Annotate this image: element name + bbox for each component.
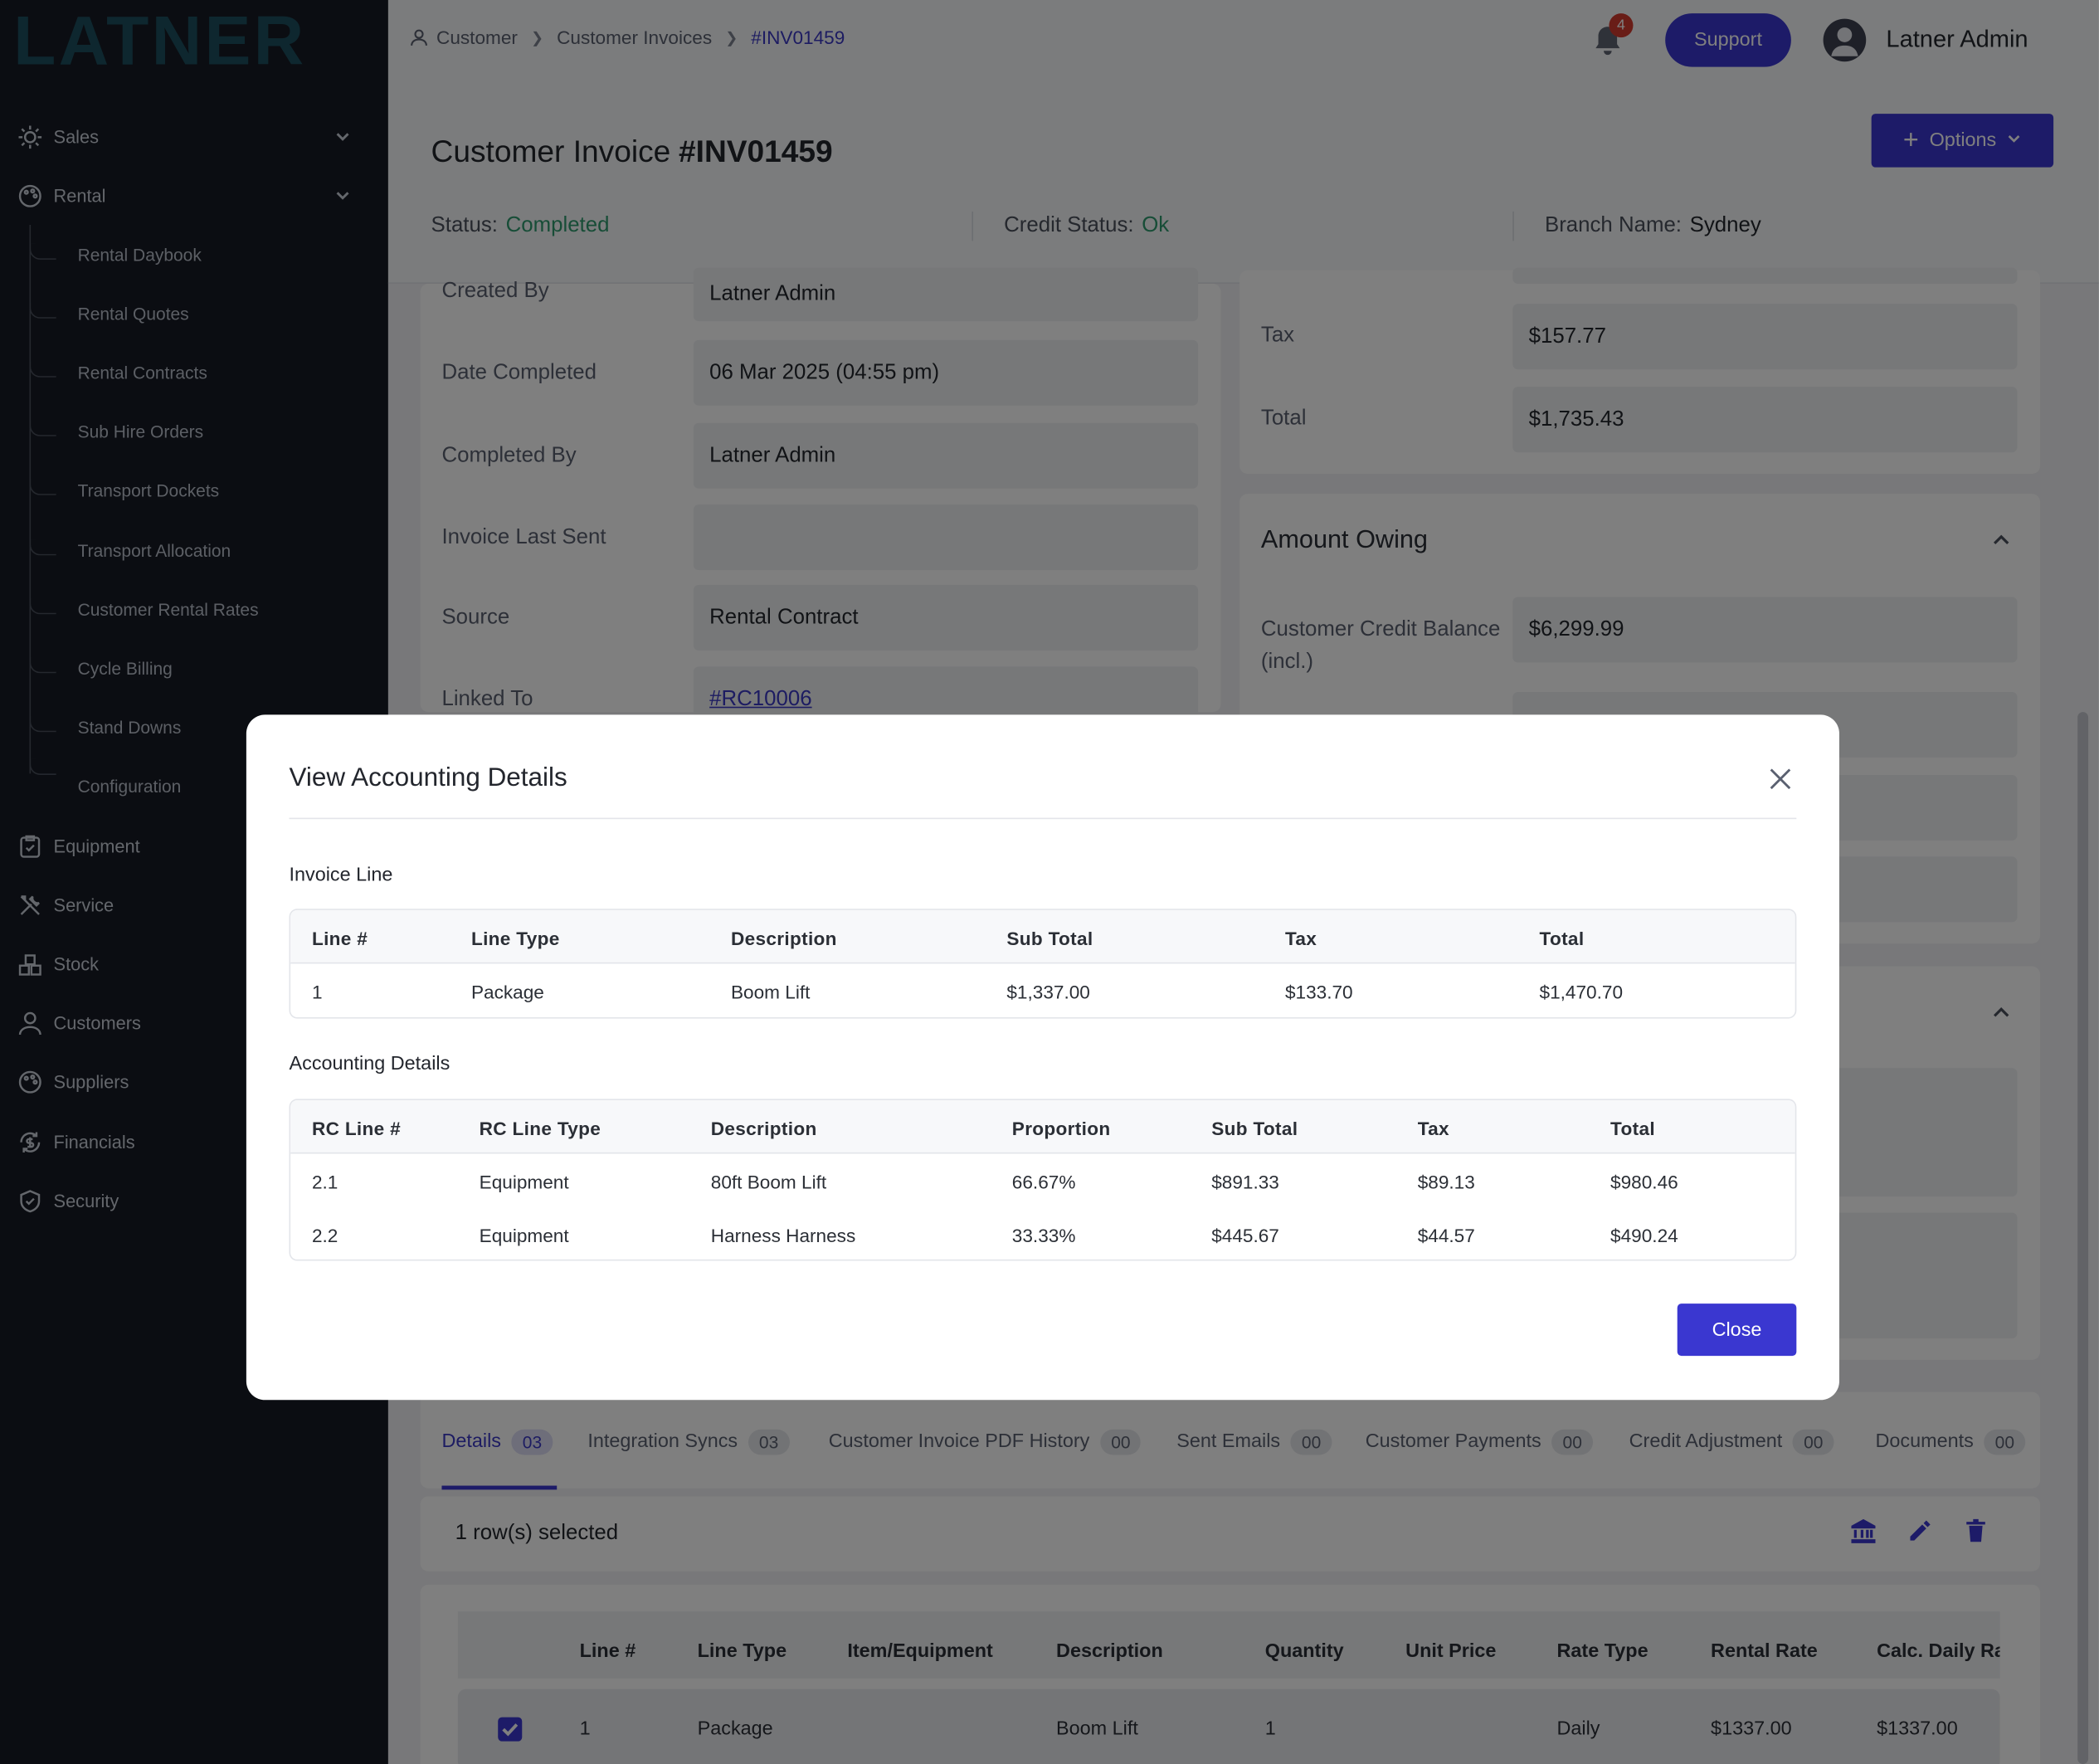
table-cell: $1,337.00 [1006, 981, 1090, 1003]
close-icon[interactable] [1767, 766, 1794, 792]
table-cell: $89.13 [1417, 1171, 1475, 1193]
table-cell: Equipment [479, 1224, 569, 1246]
column-header: Line # [311, 927, 368, 949]
table-cell: $133.70 [1284, 981, 1353, 1003]
column-header: Description [730, 927, 837, 949]
accounting-details-modal: View Accounting Details Invoice Line Lin… [246, 714, 1839, 1401]
table-cell: Harness Harness [710, 1224, 856, 1246]
column-header: Sub Total [1006, 927, 1093, 949]
column-header: Line Type [470, 927, 560, 949]
table-cell: 66.67% [1011, 1171, 1076, 1193]
table-cell: $490.24 [1610, 1224, 1678, 1246]
table-cell: $891.33 [1211, 1171, 1279, 1193]
column-header: Tax [1417, 1117, 1449, 1139]
table-cell: 2.2 [311, 1224, 338, 1246]
table-cell: 2.1 [311, 1171, 338, 1193]
table-cell: $445.67 [1211, 1224, 1279, 1246]
accounting-details-heading: Accounting Details [289, 1053, 450, 1075]
table-cell: $980.46 [1610, 1171, 1678, 1193]
divider [289, 817, 1797, 820]
table-cell: Package [470, 981, 544, 1003]
invoice-line-table: Line # Line Type Description Sub Total T… [289, 909, 1797, 1019]
table-cell: $44.57 [1417, 1224, 1475, 1246]
table-cell: $1,470.70 [1539, 981, 1624, 1003]
column-header: RC Line # [311, 1117, 402, 1139]
table-cell: Boom Lift [730, 981, 811, 1003]
table-cell: 33.33% [1011, 1224, 1076, 1246]
column-header: Sub Total [1211, 1117, 1298, 1139]
column-header: Description [710, 1117, 817, 1139]
column-header: RC Line Type [479, 1117, 601, 1139]
table-cell: Equipment [479, 1171, 569, 1193]
column-header: Total [1610, 1117, 1655, 1139]
column-header: Tax [1284, 927, 1317, 949]
table-cell: 1 [311, 981, 323, 1003]
invoice-line-heading: Invoice Line [289, 865, 393, 886]
modal-title: View Accounting Details [289, 763, 567, 792]
accounting-details-table: RC Line # RC Line Type Description Propo… [289, 1099, 1797, 1261]
table-cell: 80ft Boom Lift [710, 1171, 827, 1193]
column-header: Total [1539, 927, 1585, 949]
close-button[interactable]: Close [1677, 1304, 1797, 1357]
column-header: Proportion [1011, 1117, 1111, 1139]
